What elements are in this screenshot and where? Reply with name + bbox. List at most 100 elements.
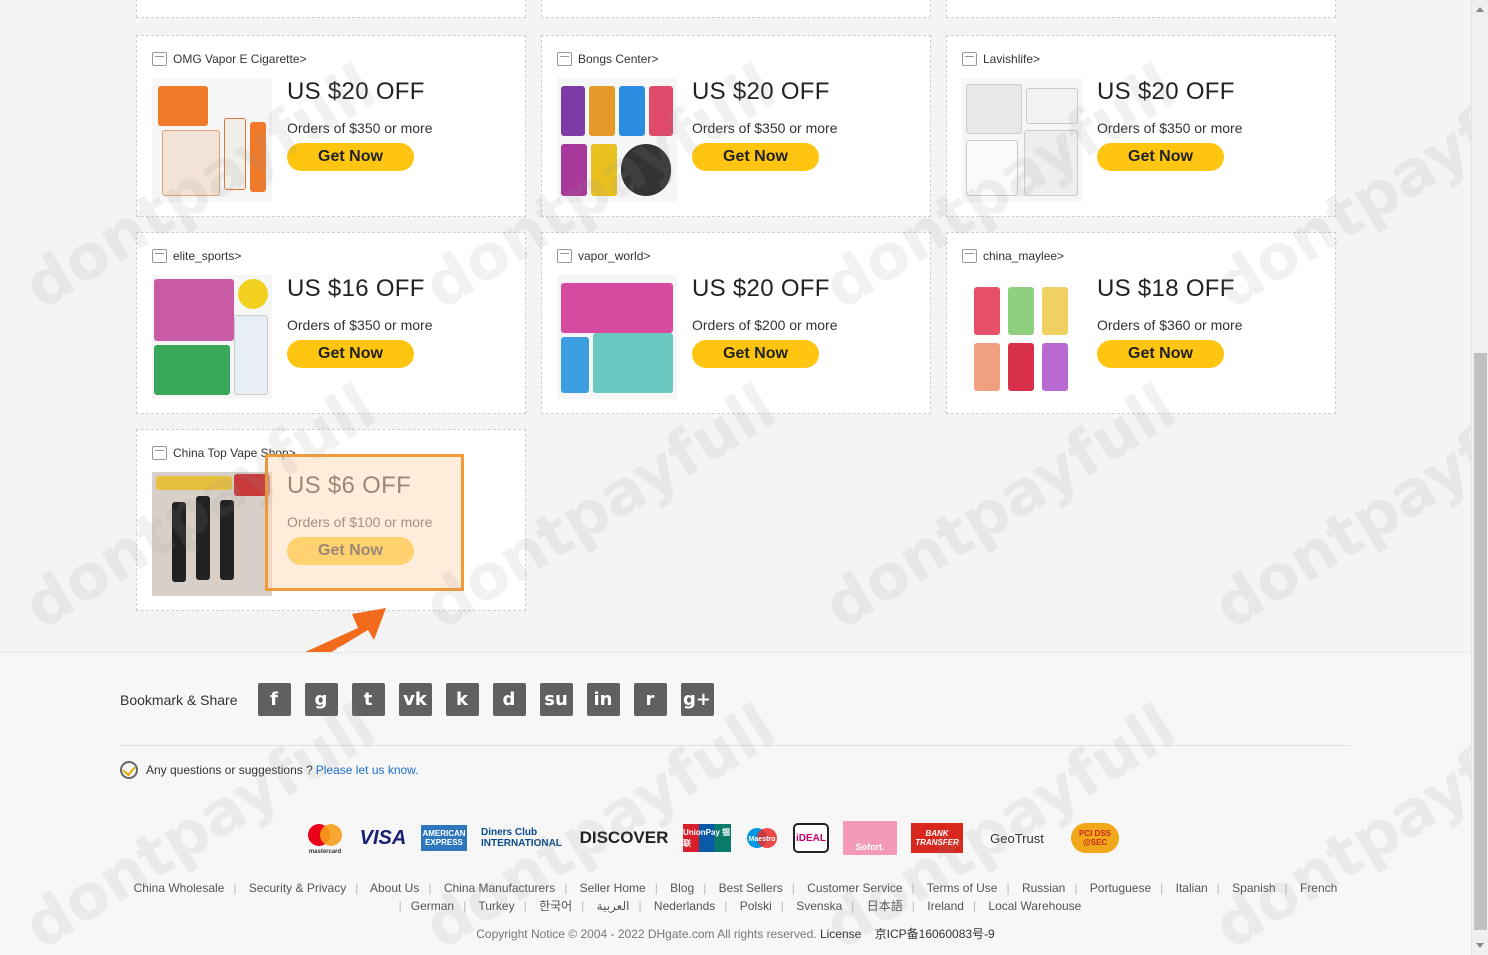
store-name[interactable]: china_maylee> <box>983 249 1064 263</box>
product-image[interactable] <box>962 78 1082 202</box>
shop-icon <box>152 446 167 460</box>
reddit-icon[interactable]: r <box>633 683 667 716</box>
store-name[interactable]: Lavishlife> <box>983 52 1040 66</box>
scrollbar[interactable] <box>1471 0 1488 955</box>
kik-icon[interactable]: k <box>445 683 479 716</box>
vk-icon[interactable]: vk <box>398 683 432 716</box>
footer-link[interactable]: China Wholesale <box>134 881 225 895</box>
copyright: Copyright Notice © 2004 - 2022 DHgate.co… <box>0 925 1471 942</box>
coupon-condition: Orders of $200 or more <box>692 317 838 333</box>
footer-link[interactable]: Polski <box>740 899 772 913</box>
delicious-icon[interactable]: d <box>492 683 526 716</box>
footer-link[interactable]: Local Warehouse <box>988 899 1081 913</box>
shop-icon <box>962 249 977 263</box>
product-image[interactable] <box>962 275 1082 399</box>
footer-link[interactable]: Russian <box>1022 881 1065 895</box>
footer-link[interactable]: About Us <box>370 881 419 895</box>
get-now-button[interactable]: Get Now <box>1097 340 1224 368</box>
footer-link[interactable]: French <box>1300 881 1337 895</box>
product-image[interactable] <box>557 275 677 399</box>
footer: Bookmark & Share f g t vk k d su in r g+… <box>0 652 1471 955</box>
footer-link[interactable]: Italian <box>1176 881 1208 895</box>
amex-logo: AMERICAN EXPRESS <box>421 825 467 851</box>
product-image[interactable] <box>557 78 677 202</box>
store-link[interactable]: OMG Vapor E Cigarette> <box>152 52 307 66</box>
footer-link[interactable]: Svenska <box>796 899 842 913</box>
stumbleupon-icon[interactable]: su <box>539 683 573 716</box>
linkedin-icon[interactable]: in <box>586 683 620 716</box>
footer-link[interactable]: 한국어 <box>539 899 572 913</box>
shop-icon <box>152 52 167 66</box>
facebook-icon[interactable]: f <box>257 683 291 716</box>
product-image[interactable] <box>152 275 272 399</box>
footer-link[interactable]: Security & Privacy <box>249 881 346 895</box>
coupon-amount: US $20 OFF <box>692 275 830 302</box>
footer-link[interactable]: Ireland <box>927 899 964 913</box>
store-link[interactable]: Bongs Center> <box>557 52 658 66</box>
coupon-card-partial <box>946 0 1336 18</box>
coupon-condition: Orders of $100 or more <box>287 514 433 530</box>
icp-link[interactable]: 京ICP备16060083号-9 <box>875 927 995 941</box>
google-plus-icon[interactable]: g+ <box>680 683 714 716</box>
mastercard-logo: mastercard <box>305 821 345 855</box>
svg-text:mastercard: mastercard <box>309 849 342 855</box>
visa-logo: VISA <box>359 826 407 849</box>
footer-link[interactable]: Nederlands <box>654 899 715 913</box>
coupon-condition: Orders of $350 or more <box>1097 120 1243 136</box>
twitter-icon[interactable]: t <box>351 683 385 716</box>
footer-link[interactable]: Customer Service <box>807 881 902 895</box>
store-link[interactable]: china_maylee> <box>962 249 1064 263</box>
scrollbar-thumb[interactable] <box>1474 353 1487 930</box>
store-link[interactable]: elite_sports> <box>152 249 241 263</box>
product-image[interactable] <box>152 78 272 202</box>
maestro-logo: Maestro <box>745 821 779 855</box>
get-now-button[interactable]: Get Now <box>287 143 414 171</box>
store-link[interactable]: China Top Vape Shop> <box>152 446 296 460</box>
shop-icon <box>557 249 572 263</box>
footer-link[interactable]: China Manufacturers <box>444 881 555 895</box>
scroll-up-icon[interactable] <box>1476 7 1484 12</box>
store-link[interactable]: vapor_world> <box>557 249 650 263</box>
share-label: Bookmark & Share <box>120 691 238 708</box>
coupon-card: vapor_world> US $20 OFF Orders of $200 o… <box>541 232 931 414</box>
coupon-amount: US $18 OFF <box>1097 275 1235 302</box>
footer-link[interactable]: Blog <box>670 881 694 895</box>
bank-transfer-logo: BANK TRANSFER <box>911 823 963 853</box>
footer-link[interactable]: German <box>411 899 454 913</box>
footer-link[interactable]: Seller Home <box>580 881 646 895</box>
get-now-button[interactable]: Get Now <box>287 537 414 565</box>
coupon-card: china_maylee> US $18 OFF Orders of $360 … <box>946 232 1336 414</box>
footer-link[interactable]: Best Sellers <box>719 881 783 895</box>
get-now-button[interactable]: Get Now <box>692 340 819 368</box>
license-link[interactable]: License <box>820 927 861 941</box>
get-now-button[interactable]: Get Now <box>287 340 414 368</box>
product-image[interactable] <box>152 472 272 596</box>
svg-text:Maestro: Maestro <box>749 836 776 843</box>
coupon-card: Lavishlife> US $20 OFF Orders of $350 or… <box>946 35 1336 217</box>
footer-link[interactable]: Turkey <box>478 899 514 913</box>
get-now-button[interactable]: Get Now <box>1097 143 1224 171</box>
diners-club-logo: Diners Club INTERNATIONAL <box>481 827 562 849</box>
payment-methods: mastercard VISA AMERICAN EXPRESS Diners … <box>305 821 1119 855</box>
footer-link[interactable]: العربية <box>597 899 630 913</box>
coupon-card: elite_sports> US $16 OFF Orders of $350 … <box>136 232 526 414</box>
google-bookmarks-icon[interactable]: g <box>304 683 338 716</box>
footer-link[interactable]: 日本語 <box>867 899 903 913</box>
divider <box>120 745 1350 746</box>
store-name[interactable]: OMG Vapor E Cigarette> <box>173 52 307 66</box>
coupon-amount: US $6 OFF <box>287 472 412 499</box>
store-link[interactable]: Lavishlife> <box>962 52 1040 66</box>
get-now-button[interactable]: Get Now <box>692 143 819 171</box>
footer-link[interactable]: Terms of Use <box>927 881 998 895</box>
store-name[interactable]: China Top Vape Shop> <box>173 446 296 460</box>
store-name[interactable]: elite_sports> <box>173 249 241 263</box>
footer-link[interactable]: Spanish <box>1232 881 1275 895</box>
ideal-logo: iDEAL <box>793 823 829 853</box>
feedback-link[interactable]: Please let us know. <box>316 763 419 777</box>
coupon-amount: US $20 OFF <box>692 78 830 105</box>
scroll-down-icon[interactable] <box>1476 943 1484 948</box>
geotrust-logo: GeoTrust <box>990 830 1044 846</box>
store-name[interactable]: Bongs Center> <box>578 52 658 66</box>
footer-link[interactable]: Portuguese <box>1090 881 1151 895</box>
store-name[interactable]: vapor_world> <box>578 249 650 263</box>
